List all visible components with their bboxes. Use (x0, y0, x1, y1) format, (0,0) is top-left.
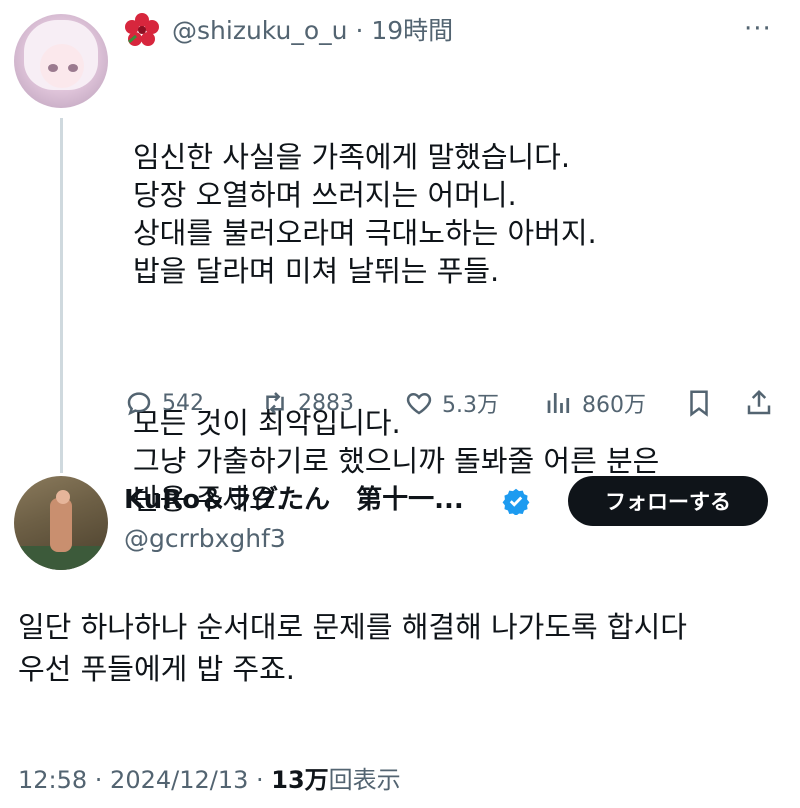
retweet-button[interactable]: 2883 (260, 383, 354, 423)
reply-button[interactable]: 542 (124, 383, 204, 423)
reply-body: 일단 하나하나 순서대로 문제를 해결해 나가도록 합시다 우선 푸들에게 밥 … (18, 610, 687, 686)
like-count: 5.3万 (442, 393, 499, 418)
more-options-icon[interactable]: ··· (744, 14, 772, 44)
tweet-author-handle[interactable]: @shizuku_o_u · 19時間 (172, 14, 453, 48)
views-count: 860万 (582, 393, 646, 418)
tweet-timestamp[interactable]: · 19時間 (355, 16, 453, 45)
bookmark-icon (690, 390, 708, 417)
reply-meta: 12:58 · 2024/12/13 · 13万回表示 (18, 762, 401, 798)
reply-author-name[interactable]: KuRo＆ラグたん 第十一... (124, 482, 464, 518)
reply-count: 542 (162, 390, 204, 416)
retweet-icon (266, 392, 284, 414)
verified-badge-icon (502, 488, 530, 515)
thread-line (60, 118, 63, 473)
retweet-count: 2883 (298, 390, 354, 416)
share-button[interactable] (744, 383, 774, 423)
views-button[interactable]: 860万 (544, 383, 646, 423)
follow-button[interactable]: フォローする (568, 476, 768, 526)
hibiscus-icon (125, 13, 159, 46)
like-button[interactable]: 5.3万 (404, 383, 499, 423)
tweet-paragraph-1: 임신한 사실을 가족에게 말했습니다. 당장 오열하며 쓰러지는 어머니. 상대… (133, 140, 597, 288)
reply-icon (127, 392, 151, 416)
views-icon (547, 393, 570, 413)
share-icon (747, 389, 771, 415)
avatar-kuro[interactable] (14, 476, 108, 570)
reply-author-handle[interactable]: @gcrrbxghf3 (124, 522, 286, 556)
like-icon (406, 392, 432, 415)
avatar-shizuku[interactable] (14, 14, 108, 108)
reply-views-count: 13万 (271, 766, 329, 794)
reply-timestamp[interactable]: 12:58 · 2024/12/13 · (18, 766, 271, 794)
author-handle[interactable]: @shizuku_o_u (172, 16, 347, 45)
reply-views-label: 回表示 (328, 766, 401, 794)
bookmark-button[interactable] (684, 383, 714, 423)
